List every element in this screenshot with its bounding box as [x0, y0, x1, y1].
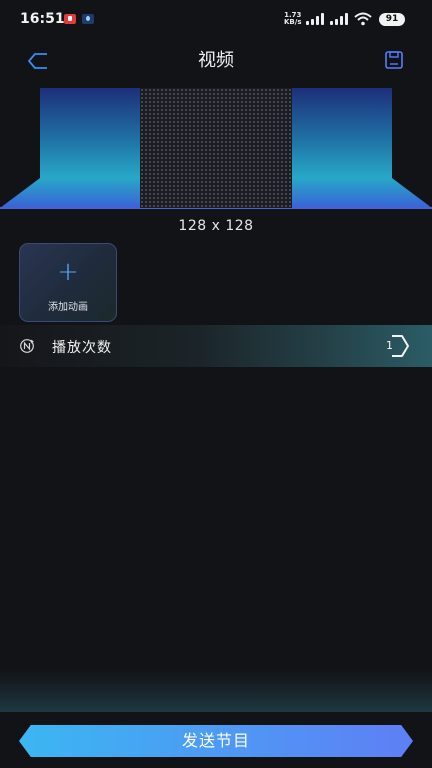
battery-indicator: 91 [379, 13, 405, 26]
led-preview-stage [0, 88, 432, 210]
plus-icon: + [57, 257, 79, 287]
app-header: 视频 [0, 40, 432, 80]
led-pixel-grid[interactable] [140, 88, 292, 208]
notification-app-icon [64, 14, 76, 24]
status-bar: 16:51 1.73 KB/s 91 [0, 0, 432, 40]
save-icon[interactable] [384, 50, 404, 70]
send-program-button[interactable]: 发送节目 [19, 725, 413, 757]
network-speed-unit: KB/s [284, 18, 302, 26]
notification-app-icon-2 [82, 14, 94, 24]
play-count-label: 播放次数 [52, 340, 112, 356]
signal-icon [306, 13, 326, 25]
wifi-icon [354, 12, 372, 26]
play-count-row[interactable]: 播放次数 1 [0, 325, 432, 367]
bottom-glow [0, 670, 432, 714]
play-count-value: 1 [386, 339, 393, 352]
add-animation-button[interactable]: + 添加动画 [19, 243, 117, 322]
network-speed: 1.73 KB/s [284, 12, 301, 26]
loop-icon [20, 339, 34, 353]
add-animation-label: 添加动画 [48, 302, 88, 313]
page-title: 视频 [198, 50, 234, 71]
status-time: 16:51 [20, 11, 65, 27]
signal-icon-2 [330, 13, 350, 25]
canvas-size-label: 128 x 128 [178, 218, 254, 234]
